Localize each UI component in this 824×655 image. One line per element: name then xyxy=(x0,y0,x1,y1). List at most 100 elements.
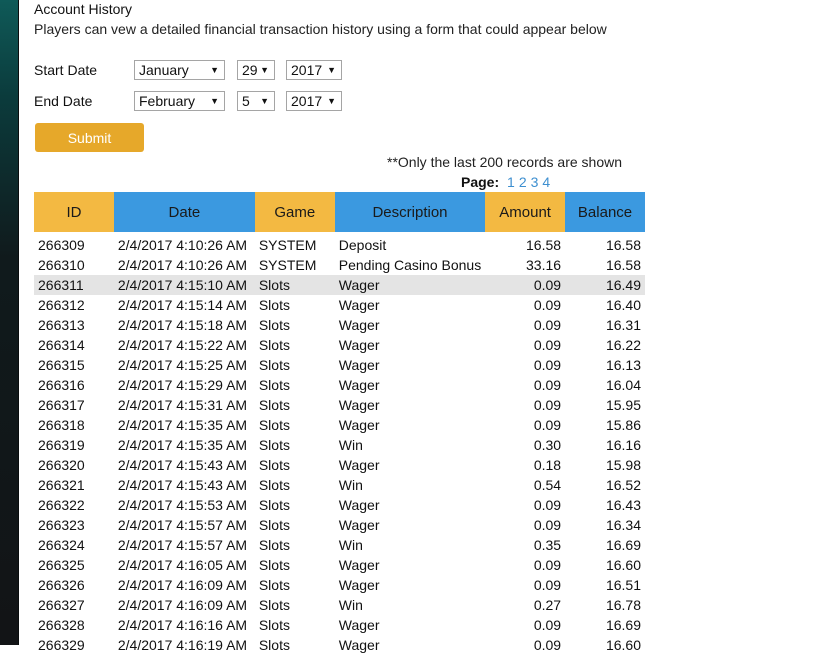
pagination: Page: 1234 xyxy=(461,174,550,190)
end-day-select[interactable]: 5 ▼ xyxy=(237,91,275,111)
cell-id: 266310 xyxy=(38,257,85,273)
cell-balance: 16.22 xyxy=(605,337,641,353)
cell-game: Slots xyxy=(258,577,290,593)
table-row: 266323 2/4/2017 4:15:57 AM Slots Wager 0.09 1… xyxy=(34,515,645,535)
cell-balance: 15.86 xyxy=(605,417,641,433)
chevron-down-icon: ▼ xyxy=(260,65,269,75)
cell-amount: 0.09 xyxy=(485,275,566,295)
col-header-balance[interactable]: Balance xyxy=(565,192,645,232)
cell-amount: 0.09 xyxy=(533,577,562,593)
cell-description: Wager xyxy=(334,275,486,295)
cell-amount: 0.27 xyxy=(533,597,562,613)
table-row: 266309 2/4/2017 4:10:26 AM SYSTEM Deposit 16… xyxy=(34,232,645,255)
end-date-label: End Date xyxy=(34,93,93,109)
page-link-3[interactable]: 3 xyxy=(531,174,539,190)
cell-description: Wager xyxy=(338,357,380,373)
cell-date: 2/4/2017 4:15:14 AM xyxy=(117,297,248,313)
table-row: 266326 2/4/2017 4:16:09 AM Slots Wager 0.09 1… xyxy=(34,575,645,595)
table-row: 266316 2/4/2017 4:15:29 AM Slots Wager 0.09 1… xyxy=(34,375,645,395)
cell-id: 266312 xyxy=(38,297,85,313)
start-day-select[interactable]: 29 ▼ xyxy=(237,60,275,80)
cell-balance: 16.60 xyxy=(605,557,641,573)
table-row: 266311 2/4/2017 4:15:10 AM Slots Wager 0.09 1… xyxy=(34,275,645,295)
cell-description: Wager xyxy=(338,617,380,633)
cell-balance: 16.78 xyxy=(605,597,641,613)
col-header-amount[interactable]: Amount xyxy=(485,192,566,232)
table-row: 266318 2/4/2017 4:15:35 AM Slots Wager 0.09 1… xyxy=(34,415,645,435)
cell-balance: 16.49 xyxy=(565,275,645,295)
cell-description: Win xyxy=(338,537,363,553)
cell-game: Slots xyxy=(254,275,335,295)
end-month-value: February xyxy=(139,93,196,109)
cell-game: Slots xyxy=(258,497,290,513)
cell-balance: 16.43 xyxy=(605,497,641,513)
cell-id: 266329 xyxy=(38,637,85,653)
table-row: 266325 2/4/2017 4:16:05 AM Slots Wager 0.09 1… xyxy=(34,555,645,575)
cell-description: Wager xyxy=(338,317,380,333)
transaction-table: ID Date Game Description Amount Balance … xyxy=(34,192,645,655)
cell-amount: 0.18 xyxy=(533,457,562,473)
cell-amount: 0.09 xyxy=(533,397,562,413)
col-header-id[interactable]: ID xyxy=(34,192,114,232)
end-day-value: 5 xyxy=(242,93,250,109)
cell-id: 266311 xyxy=(34,275,114,295)
cell-description: Wager xyxy=(338,377,380,393)
cell-date: 2/4/2017 4:16:05 AM xyxy=(117,557,248,573)
cell-amount: 0.09 xyxy=(533,317,562,333)
cell-amount: 0.09 xyxy=(533,297,562,313)
page-link-4[interactable]: 4 xyxy=(542,174,550,190)
col-header-description[interactable]: Description xyxy=(334,192,486,232)
cell-description: Wager xyxy=(338,577,380,593)
cell-game: Slots xyxy=(258,557,290,573)
cell-id: 266315 xyxy=(38,357,85,373)
cell-game: Slots xyxy=(258,437,290,453)
pagination-label: Page: xyxy=(461,174,500,190)
table-row: 266320 2/4/2017 4:15:43 AM Slots Wager 0.18 1… xyxy=(34,455,645,475)
cell-balance: 16.52 xyxy=(605,477,641,493)
cell-description: Wager xyxy=(338,397,380,413)
page-title: Account History xyxy=(34,1,133,17)
cell-id: 266313 xyxy=(38,317,85,333)
cell-description: Wager xyxy=(338,557,380,573)
col-header-game[interactable]: Game xyxy=(254,192,335,232)
cell-game: SYSTEM xyxy=(258,257,317,273)
submit-button[interactable]: Submit xyxy=(35,123,144,152)
table-row: 266314 2/4/2017 4:15:22 AM Slots Wager 0.09 1… xyxy=(34,335,645,355)
page-link-1[interactable]: 1 xyxy=(507,174,515,190)
cell-amount: 0.09 xyxy=(533,637,562,653)
cell-date: 2/4/2017 4:15:35 AM xyxy=(117,437,248,453)
cell-description: Win xyxy=(338,477,363,493)
cell-balance: 16.51 xyxy=(605,577,641,593)
cell-id: 266323 xyxy=(38,517,85,533)
cell-balance: 16.13 xyxy=(605,357,641,373)
cell-balance: 16.69 xyxy=(605,617,641,633)
cell-amount: 16.58 xyxy=(526,237,562,253)
cell-game: Slots xyxy=(258,377,290,393)
cell-amount: 0.09 xyxy=(533,337,562,353)
start-year-select[interactable]: 2017 ▼ xyxy=(286,60,342,80)
cell-balance: 15.95 xyxy=(605,397,641,413)
start-year-value: 2017 xyxy=(291,62,323,78)
cell-game: Slots xyxy=(258,477,290,493)
cell-amount: 0.09 xyxy=(533,377,562,393)
cell-id: 266325 xyxy=(38,557,85,573)
cell-date: 2/4/2017 4:15:35 AM xyxy=(117,417,248,433)
table-row: 266312 2/4/2017 4:15:14 AM Slots Wager 0.09 1… xyxy=(34,295,645,315)
cell-id: 266327 xyxy=(38,597,85,613)
page-link-2[interactable]: 2 xyxy=(519,174,527,190)
cell-date: 2/4/2017 4:16:19 AM xyxy=(117,637,248,653)
cell-game: Slots xyxy=(258,617,290,633)
end-month-select[interactable]: February ▼ xyxy=(134,91,225,111)
cell-description: Wager xyxy=(338,517,380,533)
table-row: 266313 2/4/2017 4:15:18 AM Slots Wager 0.09 1… xyxy=(34,315,645,335)
end-year-select[interactable]: 2017 ▼ xyxy=(286,91,342,111)
cell-date: 2/4/2017 4:15:53 AM xyxy=(117,497,248,513)
cell-description: Wager xyxy=(338,417,380,433)
col-header-date[interactable]: Date xyxy=(113,192,255,232)
cell-date: 2/4/2017 4:15:10 AM xyxy=(113,275,255,295)
cell-game: Slots xyxy=(258,357,290,373)
cell-id: 266320 xyxy=(38,457,85,473)
cell-date: 2/4/2017 4:15:43 AM xyxy=(117,457,248,473)
cell-date: 2/4/2017 4:15:43 AM xyxy=(117,477,248,493)
start-month-select[interactable]: January ▼ xyxy=(134,60,225,80)
